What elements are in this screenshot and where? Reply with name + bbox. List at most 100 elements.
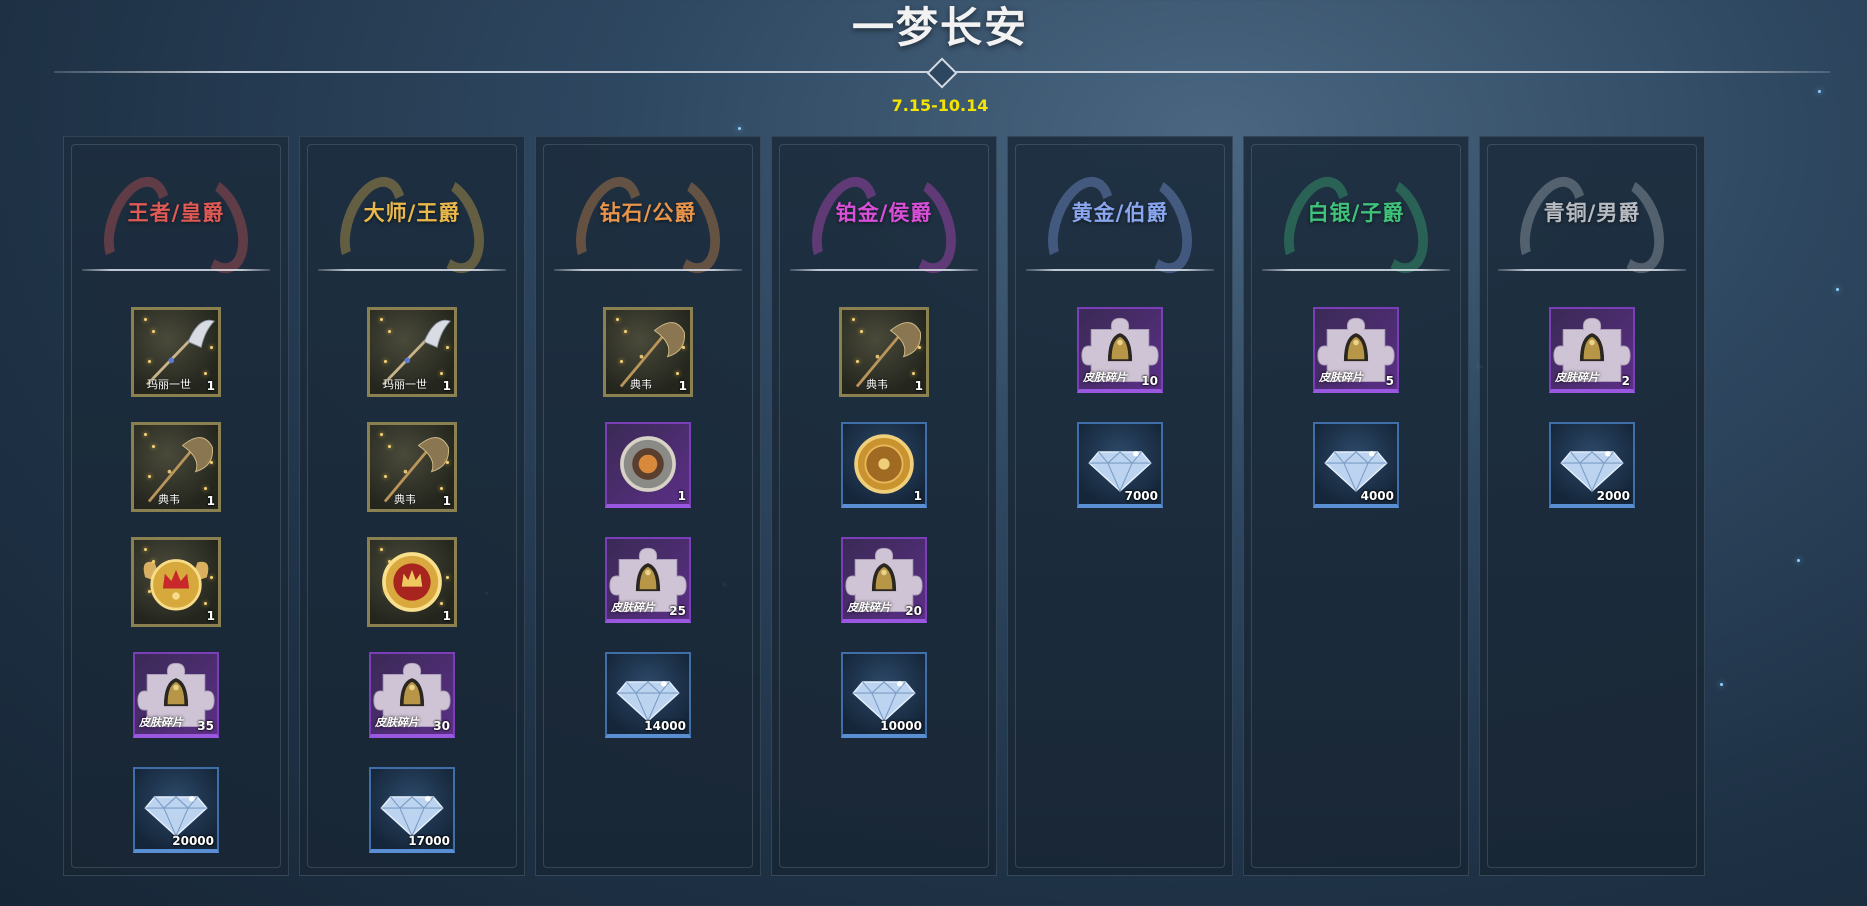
reward-item[interactable]: 皮肤碎片 20	[841, 537, 927, 623]
reward-item[interactable]: 1	[131, 537, 221, 627]
sparkle-decoration	[738, 127, 741, 130]
reward-item[interactable]: 7000	[1077, 422, 1163, 508]
sparkle-decoration	[210, 576, 213, 579]
sparkle-decoration	[144, 318, 147, 321]
rank-title: 大师/王爵	[363, 201, 461, 225]
reward-item[interactable]: 17000	[369, 767, 455, 853]
reward-item[interactable]: 皮肤碎片 35	[133, 652, 219, 738]
sparkle-decoration	[1836, 288, 1839, 291]
item-count: 1	[442, 609, 451, 623]
rank-column: 黄金/伯爵 皮肤碎片 10 7000	[1007, 136, 1233, 876]
sparkle-decoration	[144, 548, 147, 551]
rank-title: 白银/子爵	[1307, 201, 1405, 225]
sparkle-decoration	[152, 445, 155, 448]
reward-item[interactable]: 1	[841, 422, 927, 508]
reward-item[interactable]: 典韦 1	[131, 422, 221, 512]
sparkle-decoration	[384, 360, 387, 363]
item-count: 1	[206, 379, 215, 393]
item-count: 17000	[408, 834, 450, 848]
sparkle-decoration	[440, 602, 443, 605]
sparkle-decoration	[1818, 90, 1821, 93]
item-count: 5	[1385, 374, 1394, 388]
sparkle-decoration	[856, 360, 859, 363]
sparkle-decoration	[210, 461, 213, 464]
item-count: 1	[913, 489, 922, 503]
reward-item[interactable]: 皮肤碎片 2	[1549, 307, 1635, 393]
item-name: 玛丽一世	[147, 378, 191, 391]
sparkle-decoration	[204, 602, 207, 605]
sparkle-decoration	[388, 330, 391, 333]
reward-item[interactable]: 玛丽一世 1	[367, 307, 457, 397]
sparkle-decoration	[384, 590, 387, 593]
item-count: 1	[678, 379, 687, 393]
item-count: 1	[677, 489, 686, 503]
reward-item[interactable]: 14000	[605, 652, 691, 738]
item-count: 20000	[172, 834, 214, 848]
item-count: 1	[206, 494, 215, 508]
reward-item[interactable]: 典韦 1	[839, 307, 929, 397]
sparkle-decoration	[384, 475, 387, 478]
item-count: 25	[669, 604, 686, 618]
reward-item[interactable]: 典韦 1	[603, 307, 693, 397]
item-name: 典韦	[866, 378, 888, 391]
rank-divider	[554, 269, 742, 271]
rank-title: 王者/皇爵	[127, 201, 225, 225]
item-count: 10000	[880, 719, 922, 733]
item-name: 皮肤碎片	[1555, 371, 1599, 384]
item-count: 1	[206, 609, 215, 623]
reward-item[interactable]: 1	[367, 537, 457, 627]
reward-item[interactable]: 皮肤碎片 5	[1313, 307, 1399, 393]
sparkle-decoration	[380, 433, 383, 436]
reward-item[interactable]: 玛丽一世 1	[131, 307, 221, 397]
sparkle-decoration	[860, 330, 863, 333]
item-count: 14000	[644, 719, 686, 733]
reward-item[interactable]: 2000	[1549, 422, 1635, 508]
sparkle-decoration	[388, 445, 391, 448]
sparkle-decoration	[380, 318, 383, 321]
sparkle-decoration	[616, 318, 619, 321]
reward-item[interactable]: 20000	[133, 767, 219, 853]
sparkle-decoration	[918, 346, 921, 349]
reward-item[interactable]: 皮肤碎片 30	[369, 652, 455, 738]
item-count: 30	[433, 719, 450, 733]
item-count: 2000	[1596, 489, 1630, 503]
item-name: 典韦	[158, 493, 180, 506]
item-name: 皮肤碎片	[847, 601, 891, 614]
sparkle-decoration	[676, 372, 679, 375]
sparkle-decoration	[148, 590, 151, 593]
reward-item[interactable]: 1	[605, 422, 691, 508]
rank-title: 钻石/公爵	[599, 201, 697, 225]
reward-item[interactable]: 典韦 1	[367, 422, 457, 512]
item-count: 2	[1621, 374, 1630, 388]
reward-item[interactable]: 皮肤碎片 10	[1077, 307, 1163, 393]
rank-column: 王者/皇爵玛丽一世 1 典韦 1 1 皮肤碎片 35 20000	[63, 136, 289, 876]
divider-ornament	[926, 57, 958, 89]
sparkle-decoration	[912, 372, 915, 375]
sparkle-decoration	[152, 560, 155, 563]
sparkle-decoration	[148, 360, 151, 363]
item-name: 皮肤碎片	[611, 601, 655, 614]
reward-item[interactable]: 4000	[1313, 422, 1399, 508]
reward-item[interactable]: 10000	[841, 652, 927, 738]
rank-title: 铂金/侯爵	[835, 201, 933, 225]
item-name: 皮肤碎片	[1319, 371, 1363, 384]
sparkle-decoration	[1720, 683, 1723, 686]
crown-medal-icon	[370, 540, 454, 624]
sparkle-decoration	[440, 372, 443, 375]
item-count: 35	[197, 719, 214, 733]
sparkle-decoration	[852, 318, 855, 321]
item-name: 皮肤碎片	[139, 716, 183, 729]
item-count: 20	[905, 604, 922, 618]
item-count: 1	[914, 379, 923, 393]
item-name: 典韦	[630, 378, 652, 391]
sparkle-decoration	[682, 346, 685, 349]
sparkle-decoration	[446, 346, 449, 349]
sparkle-decoration	[204, 372, 207, 375]
item-name: 皮肤碎片	[1083, 371, 1127, 384]
rank-column: 白银/子爵皮肤碎片 5 4000	[1243, 136, 1469, 876]
item-name: 玛丽一世	[383, 378, 427, 391]
sparkle-decoration	[388, 560, 391, 563]
reward-item[interactable]: 皮肤碎片 25	[605, 537, 691, 623]
rank-divider	[318, 269, 506, 271]
item-count: 1	[442, 494, 451, 508]
